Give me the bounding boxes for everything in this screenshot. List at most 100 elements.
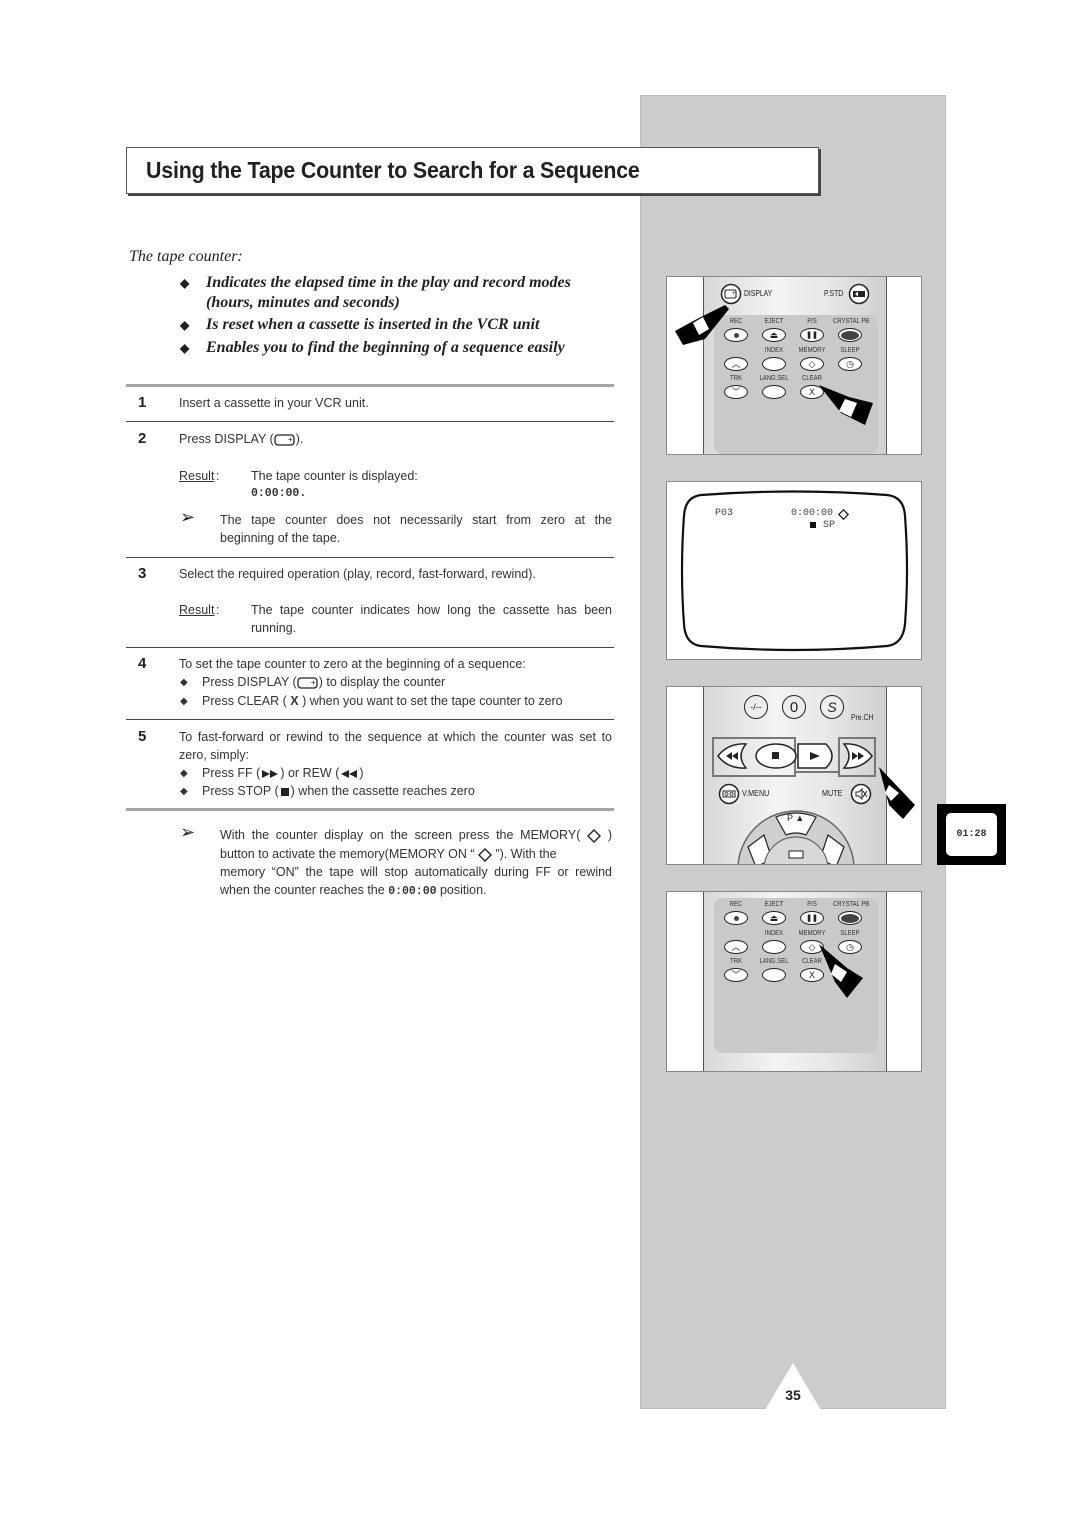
pstd-button[interactable] — [848, 283, 870, 305]
result-label: Result — [179, 469, 215, 483]
up-button[interactable]: ︿ — [724, 940, 748, 954]
lang-sel-button[interactable] — [762, 968, 786, 982]
result-text: The tape counter is displayed: — [251, 469, 418, 483]
remote-illustration-display-clear: + DISPLAY P.STD REC EJECT P/S CRYSTAL PB… — [666, 276, 922, 455]
note-text: when the counter reaches the 0:00:00 pos… — [220, 883, 487, 898]
fast-forward-icon — [262, 769, 279, 778]
tv-channel: P03 — [715, 508, 734, 519]
memory-diamond-icon: ◇ — [808, 941, 816, 952]
vmenu-button[interactable] — [718, 783, 740, 805]
step-number: 5 — [138, 728, 147, 745]
down-button[interactable]: ﹀ — [724, 968, 748, 982]
eject-button[interactable]: ⏏ — [762, 328, 786, 342]
display-button-icon: + — [274, 434, 295, 446]
fast-forward-button[interactable] — [842, 741, 874, 771]
diamond-bullet-icon: ◆ — [180, 768, 188, 779]
remote-illustration-transport: -/-- 0 S Pre.CH V.MENU MUTE P ▲ — [666, 686, 922, 865]
tv-tape-speed: SP — [823, 520, 836, 531]
rewind-button[interactable] — [716, 741, 748, 771]
step-divider — [126, 719, 614, 720]
step-number: 2 — [138, 430, 147, 447]
step-bullet: ◆ Press STOP () when the cassette reaches… — [180, 784, 475, 798]
remote-illustration-memory: REC EJECT P/S CRYSTAL PB ⏏ ❚❚ INDEX MEMO… — [666, 891, 922, 1072]
menu-icon — [788, 850, 804, 859]
crystal-pb-icon — [841, 913, 859, 923]
memory-diamond-icon — [477, 847, 492, 862]
clear-x-icon: X — [808, 386, 815, 397]
note-text: beginning of the tape. — [220, 531, 341, 545]
result-text: running. — [251, 621, 297, 635]
diamond-bullet-icon: ◆ — [180, 696, 188, 707]
step-text: To fast-forward or rewind to the sequenc… — [179, 730, 612, 744]
rec-button[interactable] — [724, 911, 748, 925]
section-divider — [126, 808, 614, 811]
vmenu-label: V.MENU — [742, 789, 770, 798]
rec-icon — [733, 332, 739, 338]
crystal-pb-icon — [841, 330, 859, 340]
clear-x-icon: X — [808, 969, 815, 980]
digit-zero-button[interactable]: 0 — [782, 695, 806, 719]
chevron-up-icon: ︿ — [731, 941, 741, 952]
note-text: memory “ON” the tape will stop automatic… — [220, 865, 612, 879]
lang-sel-button[interactable] — [762, 385, 786, 399]
clear-x-icon: X — [290, 694, 299, 708]
chevron-up-icon: ︿ — [731, 358, 741, 369]
index-button[interactable] — [762, 940, 786, 954]
rewind-icon — [341, 769, 358, 778]
result-label: Result — [179, 603, 215, 617]
display-label: DISPLAY — [744, 289, 773, 298]
prech-swap-icon: S — [827, 699, 837, 715]
diamond-bullet-icon: ◆ — [180, 341, 190, 355]
note-text: With the counter display on the screen p… — [220, 828, 612, 843]
index-button[interactable] — [762, 357, 786, 371]
step-bullet: ◆ Press FF () or REW () — [180, 766, 364, 780]
pointer-arrow-icon — [675, 305, 729, 345]
memory-diamond-icon: ◇ — [808, 358, 816, 369]
digit-dash-button[interactable]: -/-- — [744, 695, 768, 719]
display-button-icon: + — [297, 677, 318, 689]
memory-button[interactable]: ◇ — [800, 357, 824, 371]
up-button[interactable]: ︿ — [724, 357, 748, 371]
page-title: Using the Tape Counter to Search for a S… — [146, 157, 640, 183]
pause-still-button[interactable]: ❚❚ — [800, 328, 824, 342]
svg-text:+: + — [288, 435, 293, 444]
eject-button[interactable]: ⏏ — [762, 911, 786, 925]
down-button[interactable]: ﹀ — [724, 385, 748, 399]
diamond-bullet-icon: ◆ — [180, 276, 190, 290]
clock-icon: ◷ — [846, 358, 854, 369]
crystal-pb-button[interactable] — [838, 328, 862, 342]
stop-button[interactable] — [754, 741, 798, 771]
step-text: To set the tape counter to zero at the b… — [179, 657, 526, 671]
result-text: The tape counter indicates how long the … — [251, 603, 612, 617]
play-button[interactable] — [796, 741, 840, 771]
step-bullet: ◆ Press DISPLAY (+) to display the counte… — [180, 675, 446, 689]
pause-icon: ❚❚ — [806, 331, 818, 339]
section-divider — [126, 384, 614, 387]
note-arrow-icon: ➢ — [180, 507, 196, 527]
step-text: Select the required operation (play, rec… — [179, 567, 536, 581]
chevron-down-icon: ﹀ — [731, 969, 741, 980]
sleep-button[interactable]: ◷ — [838, 357, 862, 371]
crystal-pb-button[interactable] — [838, 911, 862, 925]
step-text: Insert a cassette in your VCR unit. — [179, 396, 369, 410]
pstd-label: P.STD — [824, 289, 844, 298]
diamond-bullet-icon: ◆ — [180, 677, 188, 688]
note-text: The tape counter does not necessarily st… — [220, 513, 612, 527]
step-number: 3 — [138, 565, 147, 582]
pause-still-button[interactable]: ❚❚ — [800, 911, 824, 925]
clock-display: 01:28 — [946, 813, 997, 856]
diamond-bullet-icon: ◆ — [180, 786, 188, 797]
diamond-bullet-icon: ◆ — [180, 318, 190, 332]
page-number: 35 — [785, 1387, 801, 1403]
program-up-label: P ▲ — [787, 813, 805, 823]
svg-text:+: + — [311, 678, 316, 687]
step-text: Press DISPLAY (+). — [179, 432, 304, 446]
stop-indicator-icon — [810, 522, 816, 528]
step-text: zero, simply: — [179, 748, 250, 762]
svg-text:+: + — [732, 291, 736, 297]
prech-button[interactable]: S — [820, 695, 844, 719]
step-divider — [126, 647, 614, 648]
mute-button[interactable] — [850, 783, 872, 805]
rec-icon — [733, 915, 739, 921]
memory-diamond-icon — [587, 828, 602, 843]
